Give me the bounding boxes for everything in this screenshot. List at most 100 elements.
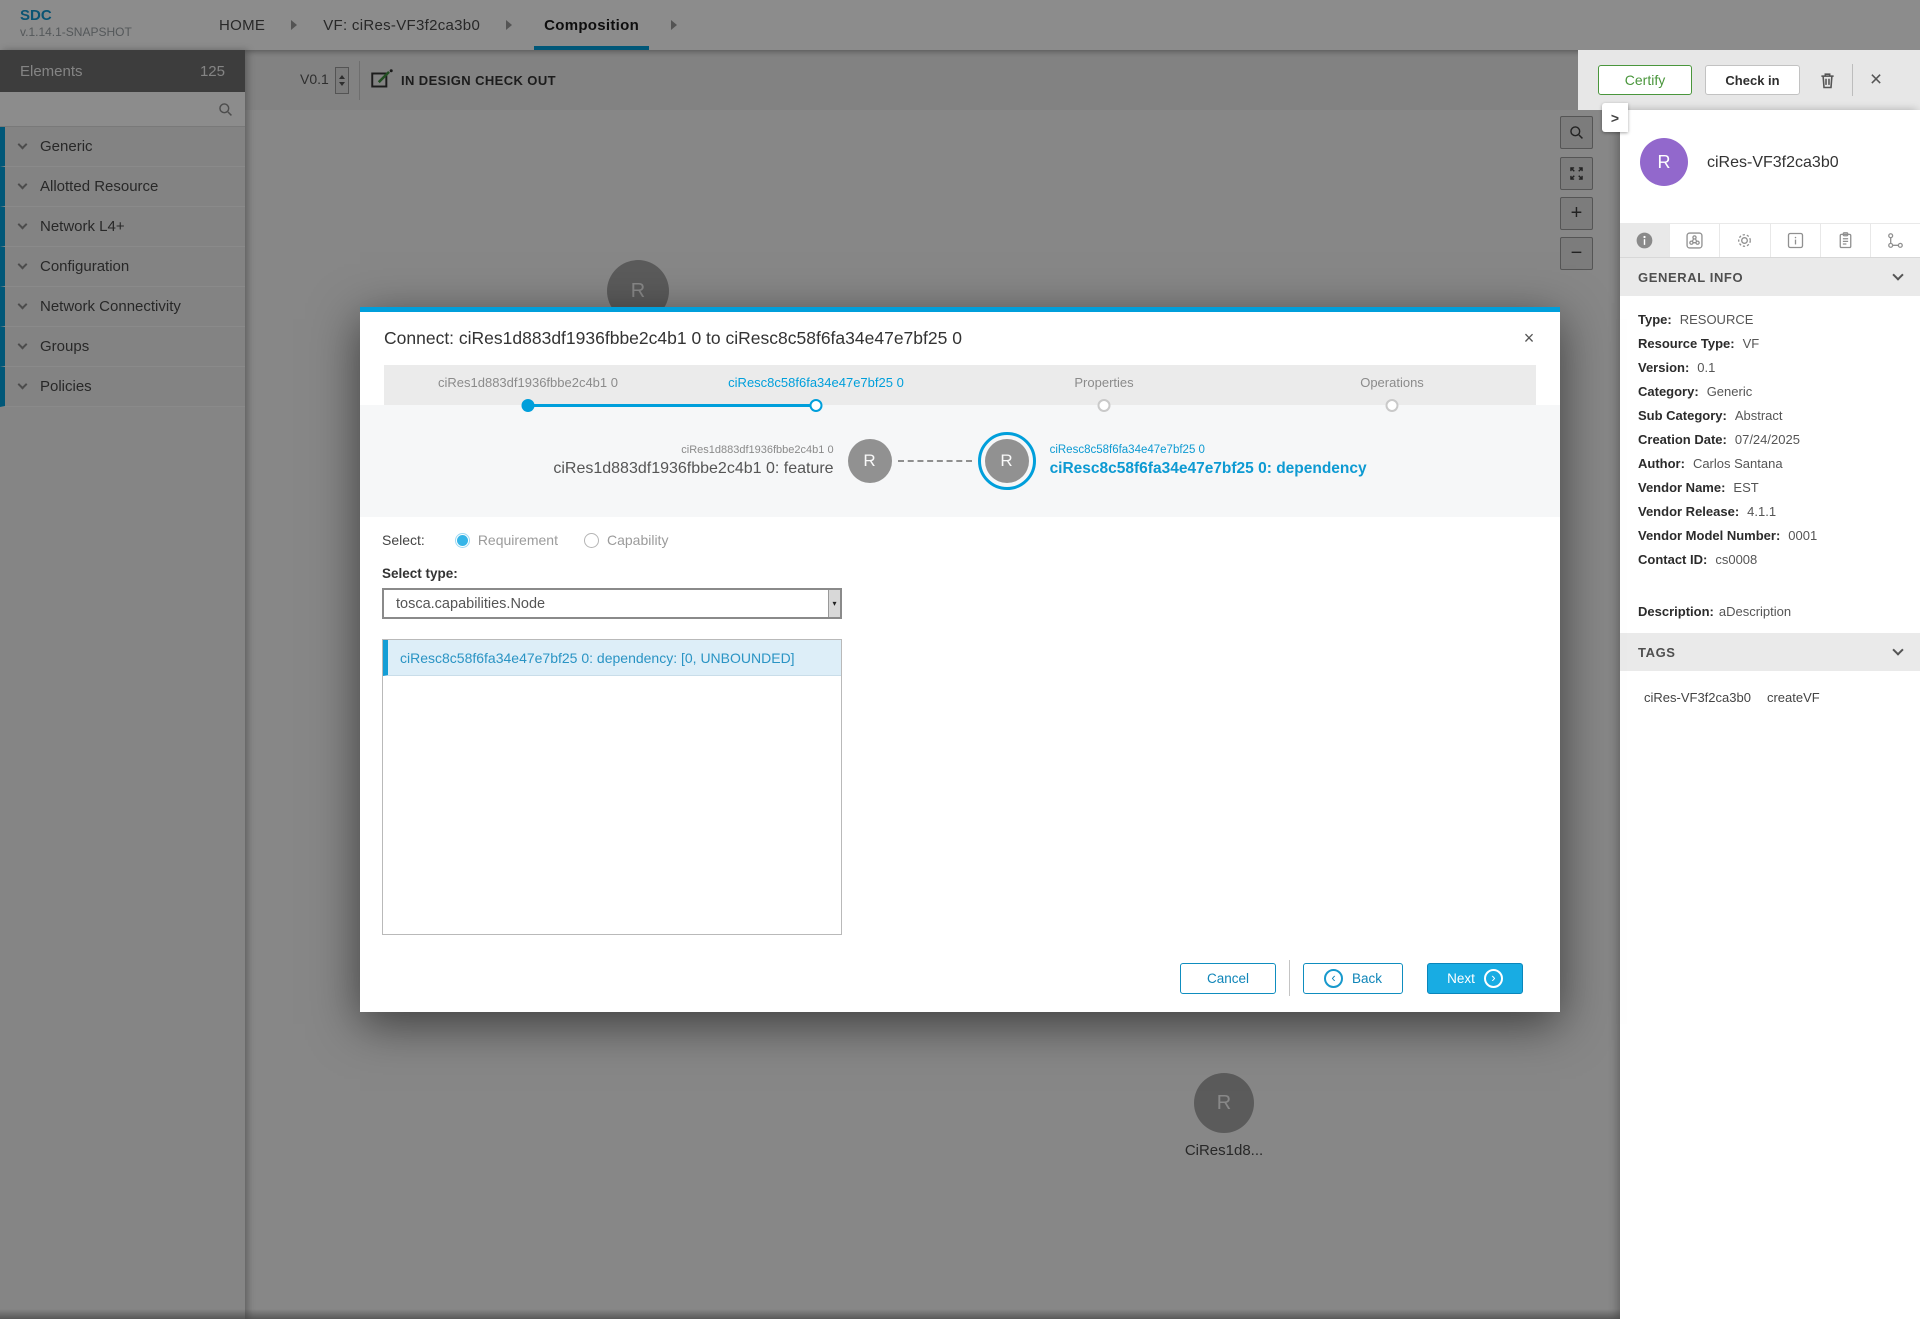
step-label: Properties xyxy=(1074,375,1133,390)
requirement-match-item-selected[interactable]: ciResc8c58f6fa34e47e7bf25 0: dependency:… xyxy=(383,640,841,676)
check-in-button[interactable]: Check in xyxy=(1705,65,1800,95)
trash-icon xyxy=(1817,70,1838,91)
field-row: Creation Date:07/24/2025 xyxy=(1638,432,1912,456)
divider xyxy=(1289,960,1290,996)
requirement-match-list: ciResc8c58f6fa34e47e7bf25 0: dependency:… xyxy=(382,639,842,935)
cancel-button[interactable]: Cancel xyxy=(1180,963,1276,994)
delete-button[interactable] xyxy=(1814,67,1840,93)
field-row: Contact ID:cs0008 xyxy=(1638,552,1912,576)
to-node-labels: ciResc8c58f6fa34e47e7bf25 0 ciResc8c58f6… xyxy=(1050,444,1367,478)
select-type-label: Select type: xyxy=(382,566,842,581)
from-node-labels: ciRes1d883df1936fbbe2c4b1 0 ciRes1d883df… xyxy=(553,444,833,478)
radio-unselected-icon xyxy=(584,533,599,548)
from-node-requirement: ciRes1d883df1936fbbe2c4b1 0: feature xyxy=(553,460,833,478)
connection-dashed-line xyxy=(898,460,972,462)
next-label: Next xyxy=(1447,971,1475,986)
radio-label: Capability xyxy=(607,532,668,548)
panel-title: ciRes-VF3f2ca3b0 xyxy=(1707,154,1839,172)
chevron-right-icon: > xyxy=(1611,110,1619,126)
step-label: Operations xyxy=(1360,375,1424,390)
certify-button[interactable]: Certify xyxy=(1598,65,1692,95)
description-row: Description: aDescription xyxy=(1638,604,1791,619)
wizard-step-operations[interactable]: Operations xyxy=(1248,365,1536,405)
tab-info-square[interactable] xyxy=(1771,224,1821,257)
from-node-name: ciRes1d883df1936fbbe2c4b1 0 xyxy=(553,444,833,456)
composition-icon xyxy=(1684,230,1705,251)
tag: createVF xyxy=(1767,690,1820,705)
gear-icon xyxy=(1734,230,1755,251)
radio-selected-icon xyxy=(455,533,470,548)
chevron-down-icon xyxy=(1892,644,1903,655)
radio-capability[interactable]: Capability xyxy=(584,532,668,548)
field-row: Category:Generic xyxy=(1638,384,1912,408)
tags-list: ciRes-VF3f2ca3b0 createVF xyxy=(1644,690,1820,705)
field-row: Vendor Release:4.1.1 xyxy=(1638,504,1912,528)
to-node-icon: R xyxy=(985,439,1029,483)
field-row: Vendor Model Number:0001 xyxy=(1638,528,1912,552)
back-label: Back xyxy=(1352,971,1382,986)
connect-wizard-modal: Connect: ciRes1d883df1936fbbe2c4b1 0 to … xyxy=(360,307,1560,1012)
wizard-progress-line xyxy=(528,404,816,407)
modal-close-button[interactable]: × xyxy=(1516,325,1542,351)
step-dot xyxy=(1098,399,1111,412)
to-node-capability: ciResc8c58f6fa34e47e7bf25 0: dependency xyxy=(1050,460,1367,478)
from-node-icon: R xyxy=(848,439,892,483)
step-dot xyxy=(1386,399,1399,412)
workspace-action-bar: Certify Check in × xyxy=(1578,50,1920,110)
select-label: Select: xyxy=(382,532,425,548)
select-row: Select: Requirement Capability xyxy=(382,532,842,548)
dropdown-arrow-icon: ▾ xyxy=(828,590,840,617)
detail-panel: R ciRes-VF3f2ca3b0 xyxy=(1620,110,1920,1319)
tab-composition[interactable] xyxy=(1670,224,1720,257)
info-filled-icon xyxy=(1634,230,1655,251)
chevron-down-icon xyxy=(1892,269,1903,280)
radio-label: Requirement xyxy=(478,532,558,548)
tab-deployment-artifacts[interactable] xyxy=(1821,224,1871,257)
connection-preview: ciRes1d883df1936fbbe2c4b1 0 ciRes1d883df… xyxy=(360,405,1560,517)
panel-tabs xyxy=(1620,223,1920,258)
field-row: Sub Category:Abstract xyxy=(1638,408,1912,432)
field-row: Type:RESOURCE xyxy=(1638,312,1912,336)
section-title: GENERAL INFO xyxy=(1638,270,1743,285)
radio-group: Requirement Capability xyxy=(455,532,669,548)
description-label: Description: xyxy=(1638,604,1714,619)
next-arrow-icon: › xyxy=(1484,969,1503,988)
general-info-fields: Type:RESOURCE Resource Type:VF Version:0… xyxy=(1638,312,1912,576)
clipboard-icon xyxy=(1835,230,1856,251)
step-label: ciResc8c58f6fa34e47e7bf25 0 xyxy=(728,375,904,390)
panel-collapse-tab[interactable]: > xyxy=(1602,103,1628,132)
close-workspace-button[interactable]: × xyxy=(1863,68,1889,92)
tab-requirements-capabilities[interactable] xyxy=(1871,224,1920,257)
bottom-shadow xyxy=(0,1309,1620,1319)
step-label: ciRes1d883df1936fbbe2c4b1 0 xyxy=(438,375,618,390)
divider xyxy=(1852,64,1853,96)
step-dot xyxy=(810,399,823,412)
sdc-app: SDC v.1.14.1-SNAPSHOT HOME VF: ciRes-VF3… xyxy=(0,0,1920,1319)
to-node-name: ciResc8c58f6fa34e47e7bf25 0 xyxy=(1050,444,1367,456)
wizard-step-properties[interactable]: Properties xyxy=(960,365,1248,405)
type-select-dropdown[interactable]: tosca.capabilities.Node ▾ xyxy=(382,588,842,619)
general-info-section-header[interactable]: GENERAL INFO xyxy=(1620,258,1920,296)
next-button[interactable]: Next › xyxy=(1427,963,1523,994)
wizard-step-to[interactable]: ciResc8c58f6fa34e47e7bf25 0 xyxy=(672,365,960,405)
info-square-icon xyxy=(1785,230,1806,251)
back-arrow-icon: ‹ xyxy=(1324,969,1343,988)
tab-settings[interactable] xyxy=(1720,224,1770,257)
field-row: Vendor Name:EST xyxy=(1638,480,1912,504)
network-branch-icon xyxy=(1885,230,1906,251)
tag: ciRes-VF3f2ca3b0 xyxy=(1644,690,1751,705)
wizard-step-from[interactable]: ciRes1d883df1936fbbe2c4b1 0 xyxy=(384,365,672,405)
back-button[interactable]: ‹ Back xyxy=(1303,963,1403,994)
radio-requirement[interactable]: Requirement xyxy=(455,532,558,548)
wizard-body: Select: Requirement Capability Select ty… xyxy=(382,517,842,935)
wizard-steps: ciRes1d883df1936fbbe2c4b1 0 ciResc8c58f6… xyxy=(384,365,1536,405)
resource-avatar: R xyxy=(1640,138,1688,186)
wizard-footer: Cancel ‹ Back Next › xyxy=(1180,960,1523,996)
tab-information[interactable] xyxy=(1620,224,1670,257)
tags-section-header[interactable]: TAGS xyxy=(1620,633,1920,671)
field-row: Resource Type:VF xyxy=(1638,336,1912,360)
section-title: TAGS xyxy=(1638,645,1676,660)
to-node-ring: R xyxy=(978,432,1036,490)
description-value: aDescription xyxy=(1719,604,1791,619)
modal-title: Connect: ciRes1d883df1936fbbe2c4b1 0 to … xyxy=(384,312,962,365)
